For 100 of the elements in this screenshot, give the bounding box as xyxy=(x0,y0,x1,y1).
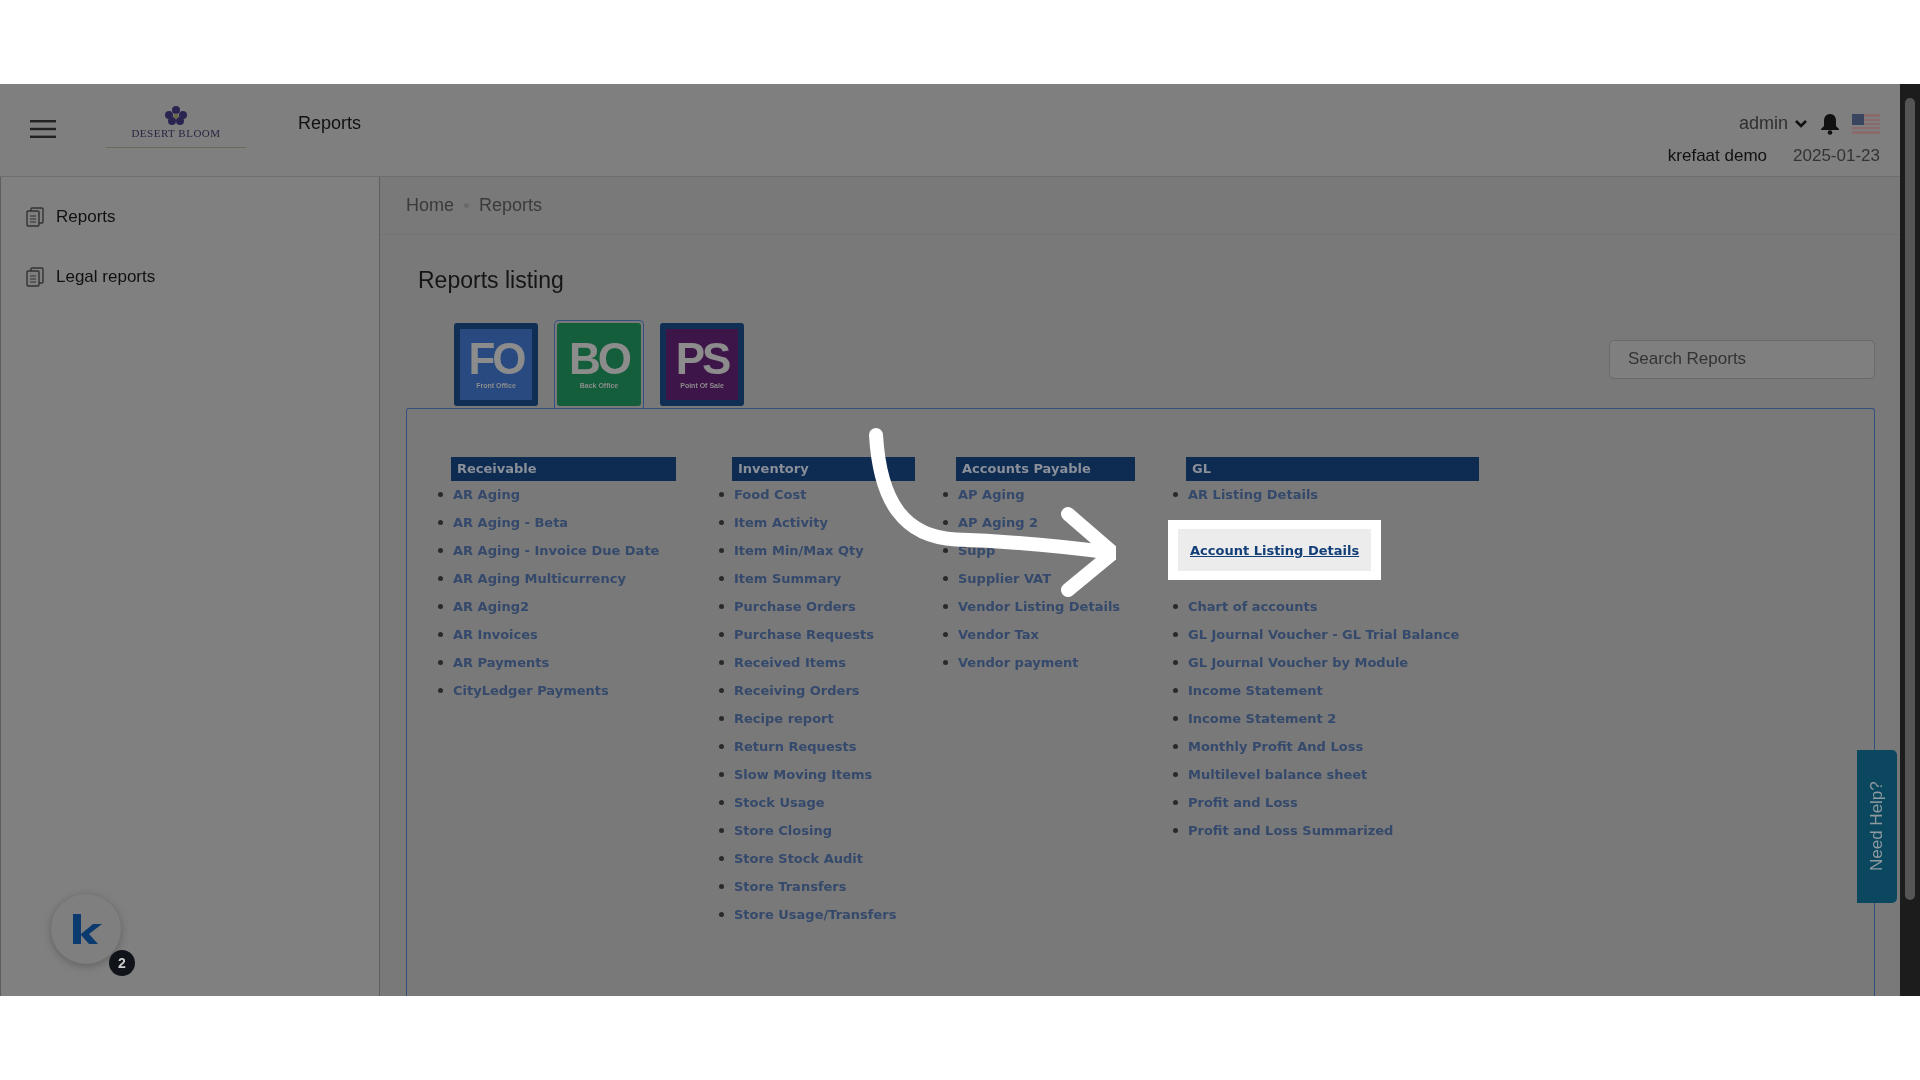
report-link[interactable]: Profit and Loss Summarized xyxy=(1188,822,1394,838)
report-link[interactable]: AR Aging Multicurrency xyxy=(453,570,626,586)
bullet xyxy=(1173,771,1178,777)
bullet xyxy=(719,883,724,889)
bullet xyxy=(719,491,724,497)
report-link[interactable]: Receiving Orders xyxy=(734,682,860,698)
report-link[interactable]: Chart of accounts xyxy=(1188,598,1318,614)
search-field[interactable]: Search Reports xyxy=(1609,339,1875,379)
report-link[interactable]: Stock Usage xyxy=(734,794,825,810)
bullet xyxy=(1173,743,1178,749)
bullet xyxy=(943,519,948,525)
group-header: Accounts Payable xyxy=(956,456,1135,481)
bullet xyxy=(719,519,724,525)
bullet xyxy=(719,715,724,721)
report-link[interactable]: Multilevel balance sheet xyxy=(1188,766,1368,782)
bullet xyxy=(1173,799,1178,805)
report-link[interactable]: Store Usage/Transfers xyxy=(734,906,897,922)
bullet xyxy=(719,743,724,749)
bell-icon[interactable] xyxy=(1820,112,1840,135)
company-name: krefaat demo xyxy=(1667,145,1768,167)
breadcrumb-link[interactable]: Home xyxy=(406,192,454,219)
breadcrumb-current: Reports xyxy=(479,194,543,217)
module-code: PS xyxy=(675,336,729,381)
date-text: 2025-01-23 xyxy=(1793,145,1880,167)
logo-text: DESERT BLOOM xyxy=(131,128,221,139)
sidebar-item[interactable]: Legal reports xyxy=(26,247,379,307)
report-link[interactable]: AR Aging xyxy=(453,486,520,502)
scrollbar[interactable] xyxy=(1900,84,1920,996)
bullet xyxy=(438,603,443,609)
report-link[interactable]: Slow Moving Items xyxy=(734,766,873,782)
bullet xyxy=(438,659,443,665)
report-link[interactable]: AR Payments xyxy=(453,654,550,670)
report-link[interactable]: Purchase Requests xyxy=(734,626,874,642)
report-link[interactable]: AP Aging 2 xyxy=(958,514,1039,530)
menu-icon[interactable] xyxy=(30,120,56,138)
bullet xyxy=(719,631,724,637)
flag-icon[interactable] xyxy=(1852,113,1880,134)
bullet xyxy=(438,631,443,637)
report-link[interactable]: Store Stock Audit xyxy=(734,850,863,866)
report-link[interactable]: Profit and Loss xyxy=(1188,794,1298,810)
bullet xyxy=(719,659,724,665)
report-link[interactable]: Return Requests xyxy=(734,738,857,754)
user-menu[interactable]: admin xyxy=(1738,110,1808,137)
bullet xyxy=(719,603,724,609)
help-tab[interactable]: Need Help? xyxy=(1857,750,1897,903)
sidebar-item[interactable]: Reports xyxy=(26,187,379,247)
bullet xyxy=(943,547,948,553)
report-link[interactable]: AP Aging xyxy=(958,486,1025,502)
page-title: Reports xyxy=(298,112,362,135)
bullet xyxy=(1173,631,1178,637)
flower-icon xyxy=(163,106,189,126)
bullet xyxy=(719,575,724,581)
report-link[interactable]: Received Items xyxy=(734,654,847,670)
bullet xyxy=(943,659,948,665)
report-link[interactable]: CityLedger Payments xyxy=(453,682,609,698)
report-link[interactable]: Store Closing xyxy=(734,822,832,838)
bullet xyxy=(719,827,724,833)
report-link[interactable]: AR Aging - Invoice Due Date xyxy=(453,542,660,558)
report-link[interactable]: Item Min/Max Qty xyxy=(734,542,864,558)
bullet xyxy=(438,687,443,693)
report-link[interactable]: AR Invoices xyxy=(453,626,538,642)
report-link[interactable]: Vendor payment xyxy=(958,654,1079,670)
report-link[interactable]: AR Aging2 xyxy=(453,598,530,614)
bullet xyxy=(1173,603,1178,609)
report-link[interactable]: Item Summary xyxy=(734,570,842,586)
bullet xyxy=(1173,659,1178,665)
report-link[interactable]: Item Activity xyxy=(734,514,828,530)
report-link[interactable]: Vendor Tax xyxy=(958,626,1039,642)
group-header: Receivable xyxy=(451,456,676,481)
report-link[interactable]: Income Statement 2 xyxy=(1188,710,1337,726)
report-link[interactable]: GL Journal Voucher - GL Trial Balance xyxy=(1188,626,1460,642)
document-icon xyxy=(26,267,44,287)
bullet xyxy=(438,491,443,497)
report-link[interactable]: GL Journal Voucher by Module xyxy=(1188,654,1409,670)
bullet xyxy=(1173,687,1178,693)
report-link[interactable]: Supplier VAT xyxy=(958,570,1051,586)
section-title: Reports listing xyxy=(418,266,565,295)
bullet xyxy=(438,575,443,581)
report-link[interactable]: Supp xyxy=(958,542,996,558)
bullet xyxy=(1173,827,1178,833)
bullet xyxy=(719,687,724,693)
report-link[interactable]: Store Transfers xyxy=(734,878,847,894)
document-icon xyxy=(26,207,44,227)
report-link[interactable]: Purchase Orders xyxy=(734,598,856,614)
report-link[interactable]: AR Listing Details xyxy=(1188,486,1319,502)
report-link[interactable]: AR Aging - Beta xyxy=(453,514,569,530)
bullet xyxy=(438,519,443,525)
module-code: FO xyxy=(468,336,524,381)
report-link[interactable]: Monthly Profit And Loss xyxy=(1188,738,1364,754)
report-link[interactable]: Food Cost xyxy=(734,486,807,502)
report-link[interactable]: Vendor Listing Details xyxy=(958,598,1121,614)
report-link[interactable]: Income Statement xyxy=(1188,682,1323,698)
bullet xyxy=(719,855,724,861)
bullet xyxy=(719,771,724,777)
logo[interactable]: DESERT BLOOM xyxy=(106,106,246,148)
bullet xyxy=(943,631,948,637)
report-link[interactable]: Recipe report xyxy=(734,710,834,726)
module-code: BO xyxy=(569,336,629,381)
bullet xyxy=(1173,491,1178,497)
group-header: GL xyxy=(1186,456,1479,481)
